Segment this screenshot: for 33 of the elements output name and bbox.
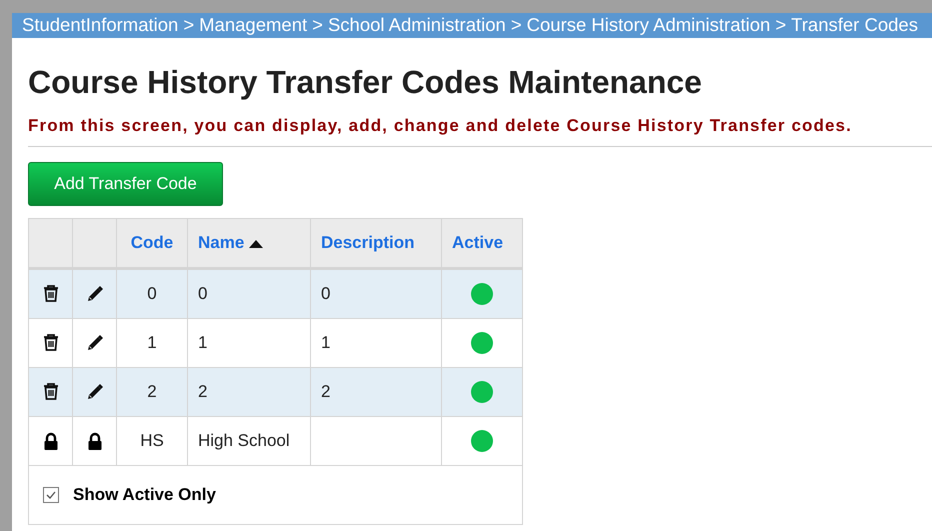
table-cell: 2 (116, 368, 188, 416)
trash-icon[interactable] (42, 284, 60, 304)
breadcrumb-link[interactable]: Course History Administration (526, 14, 770, 35)
breadcrumb-separator: > (183, 14, 194, 35)
trash-icon[interactable] (42, 333, 60, 354)
table-cell: 0 (116, 268, 188, 318)
column-header[interactable]: Description (310, 218, 442, 268)
column-header[interactable]: Name (188, 218, 310, 268)
add-transfer-code-button[interactable]: Add Transfer Code (28, 162, 223, 206)
breadcrumb-link[interactable]: Transfer Codes (791, 14, 918, 35)
breadcrumb-link[interactable]: StudentInformation (22, 14, 178, 35)
table-cell: 2 (310, 368, 442, 416)
checkmark-icon (45, 489, 57, 501)
column-header[interactable]: Active (442, 218, 522, 268)
table-cell: High School (188, 416, 310, 466)
column-header[interactable]: Code (116, 218, 188, 268)
breadcrumb-separator: > (775, 14, 786, 35)
table-cell: 2 (188, 368, 310, 416)
breadcrumb-link[interactable]: School Administration (328, 14, 506, 35)
table-cell: 0 (310, 268, 442, 318)
checkbox[interactable] (43, 487, 59, 503)
instructions-text: From this screen, you can display, add, change and delete Course History Transfer codes. (28, 116, 853, 136)
breadcrumb-separator: > (312, 14, 323, 35)
lock-icon (42, 432, 60, 451)
lock-icon (86, 432, 104, 451)
checkbox-label[interactable]: Show Active Only (73, 485, 216, 505)
sort-arrow-icon[interactable] (249, 240, 264, 248)
table-cell: HS (116, 416, 188, 466)
trash-icon[interactable] (42, 382, 60, 402)
table-cell: 0 (188, 268, 310, 318)
page-title: Course History Transfer Codes Maintenance (28, 66, 703, 98)
breadcrumb-separator: > (510, 14, 522, 35)
breadcrumb-link[interactable]: Management (199, 14, 308, 35)
